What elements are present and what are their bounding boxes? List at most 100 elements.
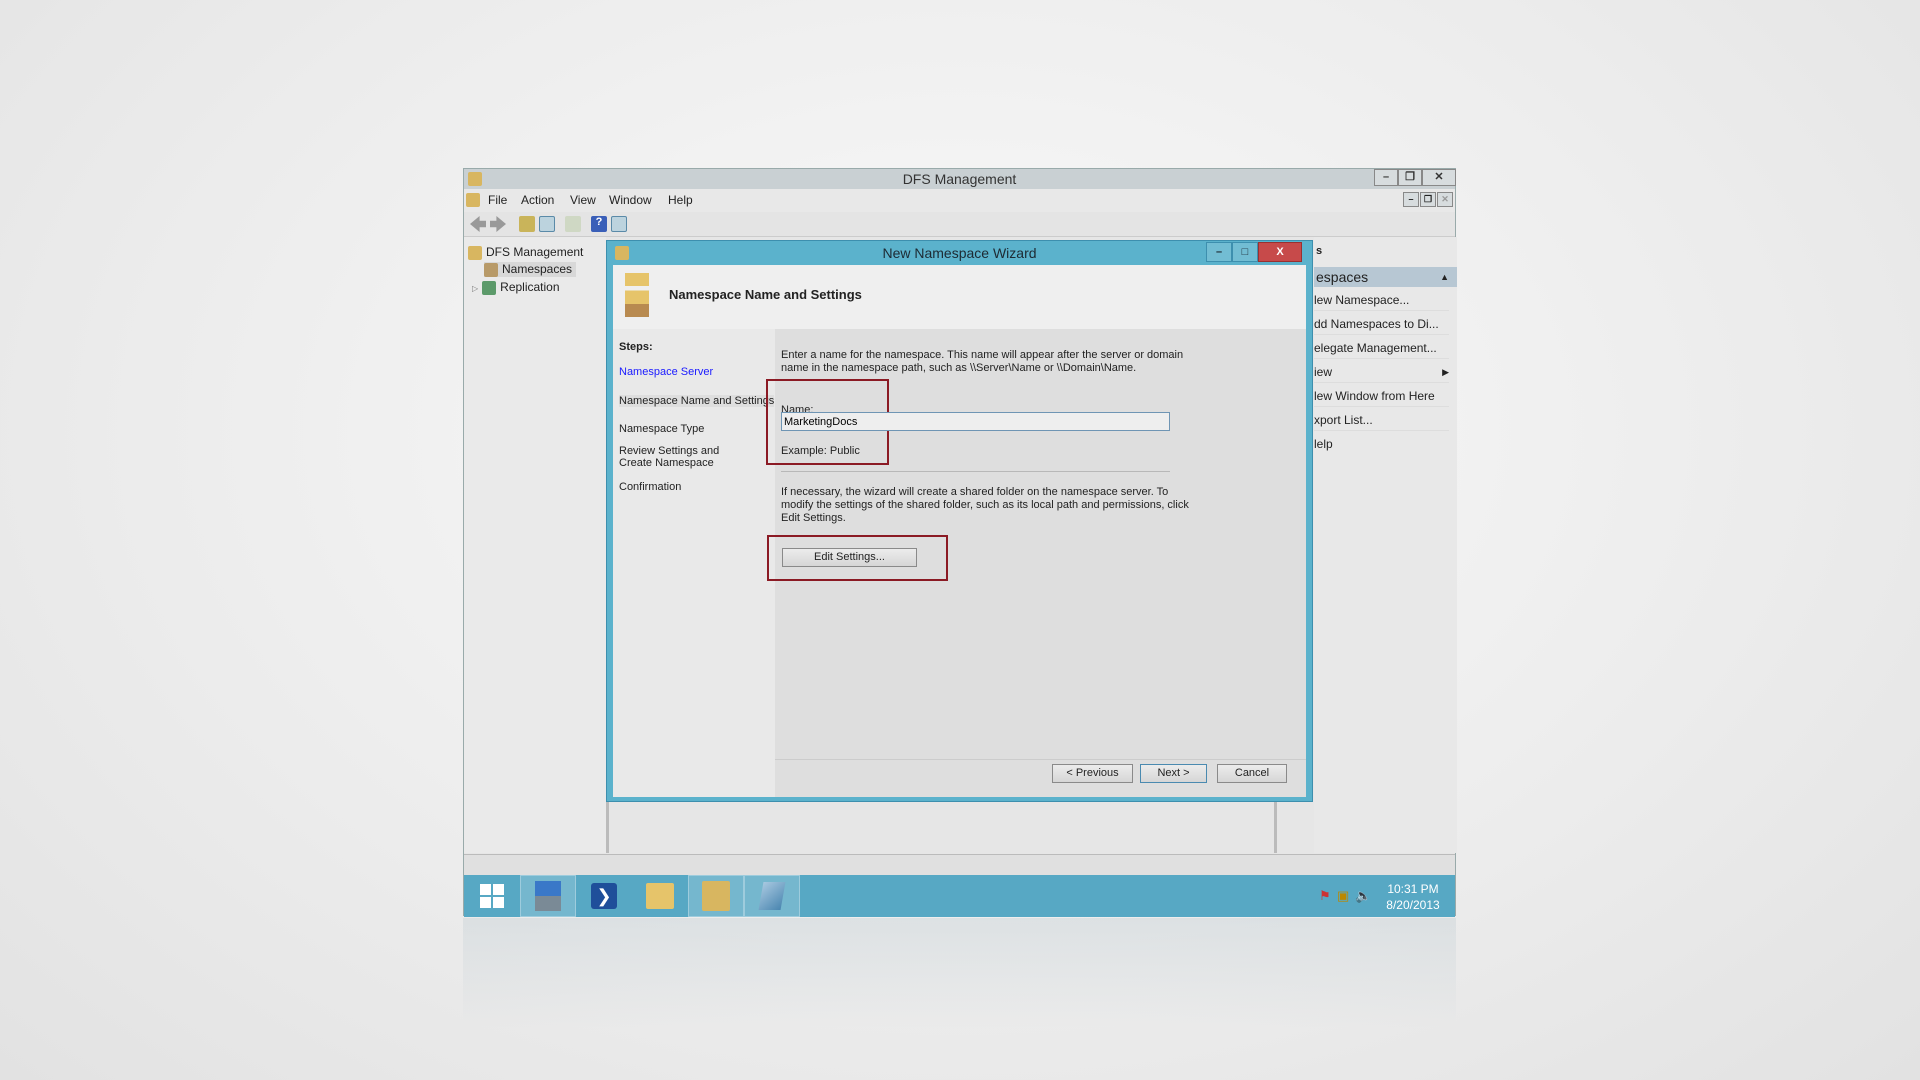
namespace-name-input[interactable] <box>781 412 1170 431</box>
menu-view[interactable]: View <box>570 193 596 207</box>
action-new-window[interactable]: lew Window from Here <box>1314 385 1449 407</box>
file-explorer-icon <box>646 883 674 909</box>
info-text-line3: Edit Settings. <box>781 512 846 524</box>
actions-title: s <box>1316 245 1323 257</box>
clock[interactable]: 10:31 PM 8/20/2013 <box>1378 881 1448 913</box>
action-add-namespaces[interactable]: dd Namespaces to Di... <box>1314 313 1449 335</box>
intro-text-line2: name in the namespace path, such as \\Se… <box>781 362 1137 374</box>
start-button[interactable] <box>464 875 520 917</box>
export-icon[interactable] <box>565 216 581 232</box>
wizard-title: New Namespace Wizard <box>882 245 1037 261</box>
replication-icon <box>482 280 497 295</box>
footer-separator <box>775 759 1306 760</box>
step-namespace-type: Namespace Type <box>619 423 705 435</box>
menu-action[interactable]: Action <box>521 193 554 207</box>
taskbar-notepad[interactable] <box>744 875 800 917</box>
tree-label: Namespaces <box>502 262 573 276</box>
wizard-body: Namespace Name and Settings Steps: Names… <box>613 265 1306 797</box>
minimize-button[interactable]: – <box>1374 169 1398 186</box>
menu-help[interactable]: Help <box>668 193 693 207</box>
clock-date: 8/20/2013 <box>1386 898 1440 912</box>
tree-label: DFS Management <box>486 245 584 259</box>
app-icon <box>468 172 482 186</box>
close-button[interactable]: ✕ <box>1422 169 1456 186</box>
menu-file[interactable]: File <box>488 193 507 207</box>
wizard-maximize-button[interactable]: □ <box>1232 242 1258 262</box>
name-example: Example: Public <box>781 445 860 457</box>
namespace-wizard-icon <box>625 273 649 317</box>
next-button[interactable]: Next > <box>1140 764 1207 783</box>
action-new-namespace[interactable]: lew Namespace... <box>1314 289 1449 311</box>
notepad-icon <box>758 882 786 910</box>
show-hide-action-pane-icon[interactable] <box>611 216 627 232</box>
action-export-list[interactable]: xport List... <box>1314 409 1449 431</box>
wizard-page-title: Namespace Name and Settings <box>669 287 862 302</box>
edit-settings-button[interactable]: Edit Settings... <box>782 548 917 567</box>
tree-label: Replication <box>500 280 560 294</box>
action-label: iew <box>1314 365 1333 379</box>
show-hide-tree-icon[interactable] <box>539 216 555 232</box>
wizard-content: Enter a name for the namespace. This nam… <box>766 329 1306 797</box>
windows-logo-icon <box>480 884 504 908</box>
intro-text-line1: Enter a name for the namespace. This nam… <box>781 349 1184 361</box>
wizard-steps: Steps: Namespace Server Namespace Name a… <box>613 329 775 797</box>
action-delegate-management[interactable]: elegate Management... <box>1314 337 1449 359</box>
taskbar-server-manager[interactable] <box>520 875 576 917</box>
taskbar-file-explorer[interactable] <box>632 875 688 917</box>
cancel-button[interactable]: Cancel <box>1217 764 1287 783</box>
child-restore-button[interactable]: ❐ <box>1420 192 1436 207</box>
child-close-button[interactable]: ✕ <box>1437 192 1453 207</box>
step-review-settings: Review Settings and Create Namespace <box>619 445 720 469</box>
up-folder-icon[interactable] <box>519 216 535 232</box>
back-icon[interactable] <box>470 216 486 232</box>
info-text-line1: If necessary, the wizard will create a s… <box>781 486 1169 498</box>
title-bar: DFS Management – ❐ ✕ <box>464 169 1456 189</box>
menu-window[interactable]: Window <box>609 193 652 207</box>
status-bar <box>464 854 1455 875</box>
step-namespace-name-settings: Namespace Name and Settings <box>619 395 774 407</box>
action-view[interactable]: iew ▶ <box>1314 361 1449 383</box>
action-center-flag-icon[interactable]: ⚑ <box>1319 888 1331 904</box>
server-manager-icon <box>535 881 561 911</box>
wizard-title-bar: New Namespace Wizard – □ X <box>607 241 1312 265</box>
child-minimize-button[interactable]: – <box>1403 192 1419 207</box>
network-warning-icon[interactable]: ▣ <box>1337 888 1349 904</box>
window-title: DFS Management <box>902 171 1017 187</box>
restore-button[interactable]: ❐ <box>1398 169 1422 186</box>
wizard-close-button[interactable]: X <box>1258 242 1302 262</box>
forward-icon[interactable] <box>490 216 506 232</box>
powershell-icon: ❯ <box>591 883 617 909</box>
tree-item-replication[interactable]: ▷ Replication <box>472 280 560 295</box>
dfs-management-icon <box>702 881 730 911</box>
help-icon[interactable]: ? <box>591 216 607 232</box>
wizard-minimize-button[interactable]: – <box>1206 242 1232 262</box>
step-namespace-server[interactable]: Namespace Server <box>619 366 774 378</box>
tree-item-namespaces[interactable]: Namespaces <box>484 262 577 277</box>
section-label: espaces <box>1316 269 1369 285</box>
menu-bar: File Action View Window Help – ❐ ✕ <box>464 189 1455 212</box>
tree-item-dfs-management[interactable]: DFS Management <box>468 245 583 260</box>
submenu-arrow-icon: ▶ <box>1442 367 1449 377</box>
mmc-icon <box>466 193 480 207</box>
taskbar-dfs-management[interactable] <box>688 875 744 917</box>
expand-arrow-icon[interactable]: ▷ <box>472 284 478 293</box>
toolbar: ? <box>464 212 1455 237</box>
separator <box>781 471 1170 472</box>
dfs-icon <box>468 245 482 260</box>
wizard-app-icon <box>615 246 629 260</box>
namespaces-icon <box>484 262 498 277</box>
step-confirmation: Confirmation <box>619 481 682 493</box>
actions-pane: s espaces ▲ lew Namespace... dd Namespace… <box>1314 237 1457 853</box>
collapse-icon[interactable]: ▲ <box>1440 267 1449 287</box>
steps-label: Steps: <box>619 341 653 353</box>
info-text-line2: modify the settings of the shared folder… <box>781 499 1189 511</box>
taskbar-powershell[interactable]: ❯ <box>576 875 632 917</box>
actions-section-header[interactable]: espaces ▲ <box>1314 267 1457 287</box>
window-reflection <box>463 918 1456 1028</box>
action-help[interactable]: lelp <box>1314 433 1449 455</box>
clock-time: 10:31 PM <box>1387 882 1439 896</box>
new-namespace-wizard-dialog: New Namespace Wizard – □ X Namespace Nam… <box>606 240 1313 802</box>
previous-button[interactable]: < Previous <box>1052 764 1133 783</box>
wizard-header: Namespace Name and Settings <box>613 265 1306 329</box>
volume-muted-icon[interactable]: 🔈 <box>1355 888 1371 904</box>
